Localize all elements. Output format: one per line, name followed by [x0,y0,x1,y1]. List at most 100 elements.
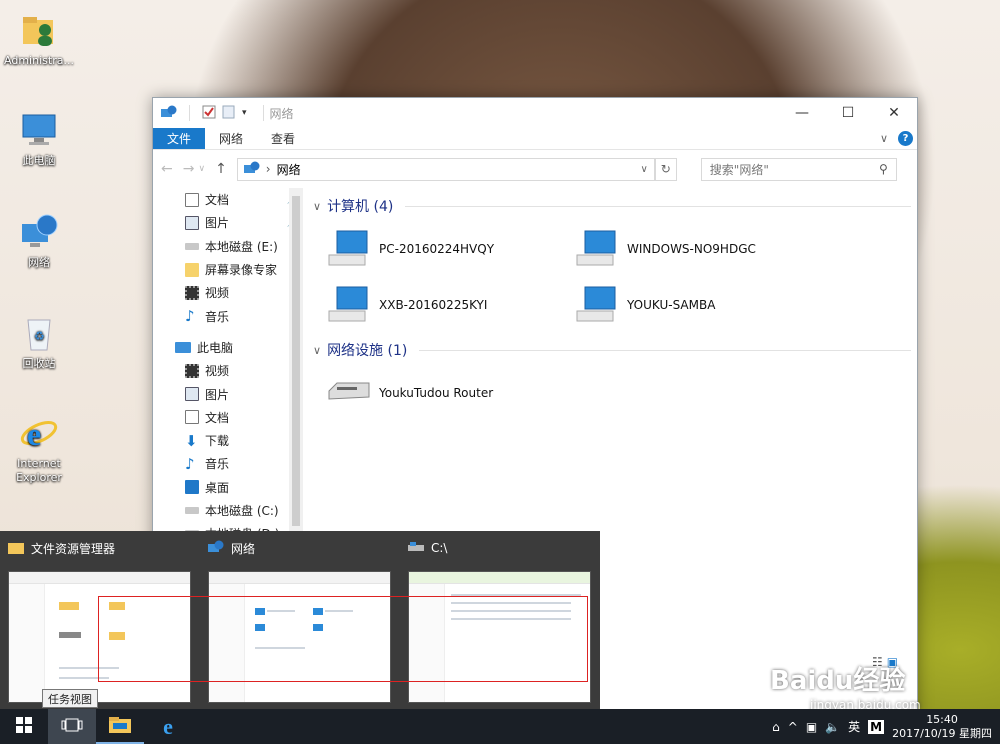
address-bar[interactable]: › 网络 ∨ [236,157,655,181]
desktop-icon-network[interactable]: 网络 [3,212,75,270]
up-arrow-icon[interactable]: ↑ [215,161,227,177]
taskbar-internet-explorer[interactable]: e [144,709,192,744]
group-header-computers[interactable]: ∨ 计算机 (4) [313,194,911,218]
collapse-chevron-icon[interactable]: ∨ [313,344,321,357]
videos-icon [185,363,199,378]
forward-arrow-icon[interactable]: → [183,161,195,177]
expand-ribbon-icon[interactable]: ∨ [880,132,888,145]
thumbnail-file-explorer[interactable]: 文件资源管理器 [0,531,200,709]
maximize-button[interactable]: ☐ [825,98,871,128]
sidebar-item-disk-c[interactable]: 本地磁盘 (C:) [153,499,303,522]
computer-icon [19,110,59,150]
collapse-chevron-icon[interactable]: ∨ [313,200,321,213]
sidebar-item-videos[interactable]: 视频 [153,281,303,304]
thumbnail-network[interactable]: 网络 [200,531,400,709]
sidebar-item-screen-recorder[interactable]: 屏幕录像专家 [153,258,303,281]
sidebar-item-desktop[interactable]: 桌面 [153,476,303,499]
network-computer-item[interactable]: YOUKU-SAMBA [575,284,823,326]
mini-text [255,647,305,649]
thumbnail-header: 网络 [200,531,400,565]
desktop-icon-ie[interactable]: e Internet Explorer [3,413,75,485]
sidebar-item-pictures-pc[interactable]: 图片 [153,382,303,405]
taskbar-file-explorer[interactable] [96,709,144,744]
thumbnail-preview [208,571,391,703]
tab-network[interactable]: 网络 [205,128,257,149]
mini-computer [255,624,265,631]
divider [189,105,190,121]
network-icon [161,105,177,122]
customize-dropdown-icon[interactable]: ▾ [242,108,247,118]
mini-folder [109,632,125,640]
svg-text:e: e [27,416,41,452]
watermark-logo: Baidu经验 jingyan.baidu.com [770,660,921,712]
recent-dropdown-icon[interactable]: ∨ [198,164,205,174]
task-view-button[interactable] [48,709,96,744]
sidebar-item-this-pc[interactable]: 此电脑 [153,336,303,359]
computer-name: YOUKU-SAMBA [627,298,716,312]
volume-icon[interactable]: 🔈 [825,720,840,734]
drive-icon [185,242,199,250]
window-controls: — ☐ ✕ [779,98,917,128]
sidebar-item-documents[interactable]: 文档📌 [153,188,303,211]
mini-folder [109,602,125,610]
help-icon[interactable]: ? [898,131,913,146]
sidebar-item-label: 视频 [205,286,230,301]
desktop-icon-label: Internet Explorer [16,457,62,484]
computer-name: PC-20160224HVQY [379,242,495,256]
breadcrumb-separator-icon[interactable]: › [266,162,271,176]
desktop-icon-this-pc[interactable]: 此电脑 [3,110,75,168]
close-button[interactable]: ✕ [871,98,917,128]
sidebar-item-downloads[interactable]: ⬇ 下载 [153,429,303,452]
ime-mode[interactable]: M [868,719,885,734]
start-button[interactable] [0,709,48,744]
network-computer-item[interactable]: WINDOWS-NO9HDGC [575,228,823,270]
sidebar-item-videos-pc[interactable]: 视频 [153,359,303,382]
clock-date: 2017/10/19 星期四 [892,726,992,740]
computers-list: PC-20160224HVQY WINDOWS-NO9HDGC XXB-2016… [327,228,911,326]
network-status-icon[interactable]: ▣ [806,720,817,734]
thumbnail-preview [408,571,591,703]
mini-text [59,677,109,679]
drive-icon [408,540,424,557]
computer-icon [327,227,371,272]
divider [262,105,264,121]
sidebar-item-documents-pc[interactable]: 文档 [153,406,303,429]
minimize-button[interactable]: — [779,98,825,128]
desktop-icon-label: 回收站 [22,357,56,370]
sidebar-item-music[interactable]: ♪ 音乐 [153,304,303,327]
computer-icon [175,341,191,353]
mini-folder [59,602,79,610]
ime-language[interactable]: 英 [848,718,860,735]
tab-file[interactable]: 文件 [153,128,206,149]
sidebar-item-music-pc[interactable]: ♪ 音乐 [153,452,303,475]
router-item[interactable]: YoukuTudou Router [327,372,575,414]
thumbnail-header: 文件资源管理器 [0,531,200,565]
sidebar-item-label: 图片 [205,387,230,402]
sidebar-item-label: 此电脑 [197,340,234,355]
group-title: 计算机 (4) [327,199,394,215]
clock[interactable]: 15:40 2017/10/19 星期四 [892,713,992,741]
scrollbar-thumb[interactable] [292,196,300,526]
thumbnail-c-drive[interactable]: C:\ [400,531,600,709]
folder-icon [185,262,199,277]
sidebar-item-disk-e[interactable]: 本地磁盘 (E:) [153,235,303,258]
desktop-icon-recycle-bin[interactable]: ♻ 回收站 [3,313,75,371]
sidebar-item-pictures[interactable]: 图片📌 [153,211,303,234]
taskbar: e ⌂ ^ ▣ 🔈 英 M 15:40 2017/10/19 星期四 [0,709,1000,744]
refresh-button[interactable]: ↻ [654,157,677,181]
properties-icon[interactable] [202,105,216,122]
download-arrow-icon: ⬇ [185,431,198,450]
network-computer-item[interactable]: PC-20160224HVQY [327,228,575,270]
show-hidden-icons-icon[interactable]: ^ [788,720,798,734]
svg-text:♻: ♻ [34,329,45,343]
breadcrumb-network[interactable]: 网络 [277,161,301,178]
address-dropdown-icon[interactable]: ∨ [640,164,647,175]
new-folder-icon[interactable] [222,105,236,122]
back-arrow-icon[interactable]: ← [161,161,173,177]
search-input[interactable]: 搜索"网络" ⚲ [700,157,897,181]
desktop-icon-user-folder[interactable]: Administra... [3,10,75,68]
network-computer-item[interactable]: XXB-20160225KYI [327,284,575,326]
group-header-network-infrastructure[interactable]: ∨ 网络设施 (1) [313,338,911,362]
tab-view[interactable]: 查看 [257,128,309,149]
usb-icon[interactable]: ⌂ [772,720,780,734]
